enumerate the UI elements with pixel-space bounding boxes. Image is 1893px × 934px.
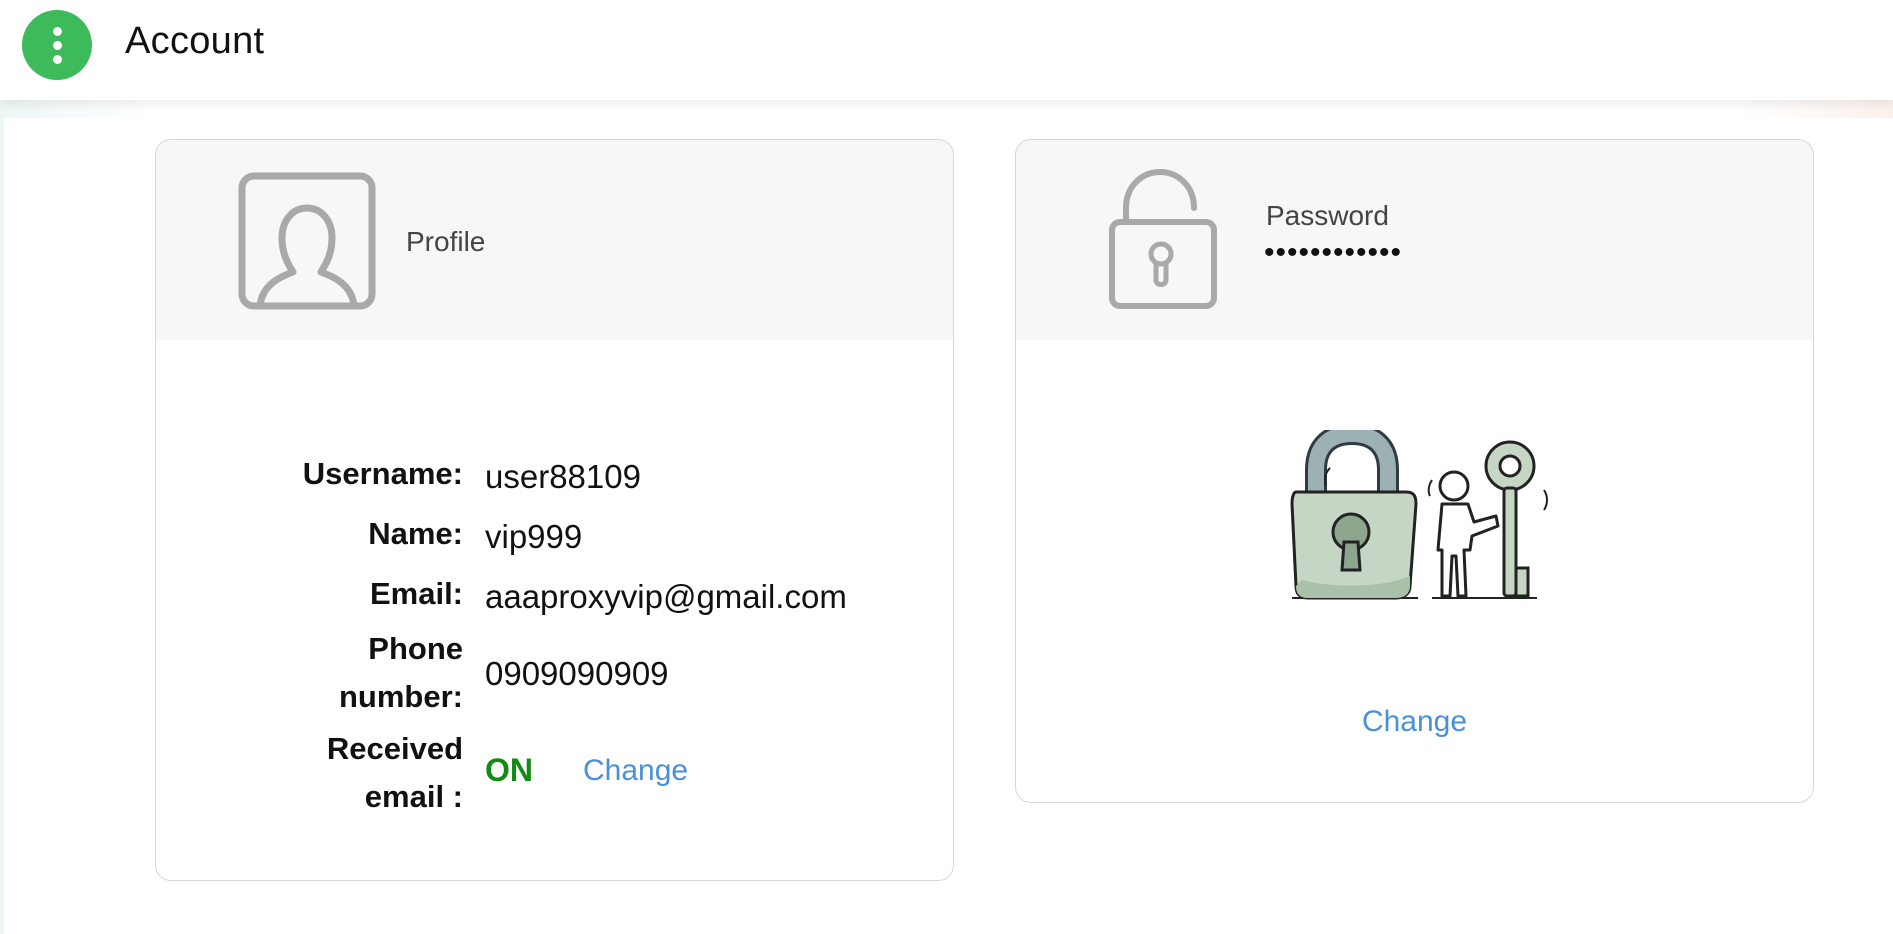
received-email-status: ON xyxy=(485,752,533,788)
more-vertical-icon xyxy=(52,26,62,36)
password-change-row: Change xyxy=(1016,705,1813,739)
phone-label-line1: Phone xyxy=(368,631,463,666)
received-email-change-link[interactable]: Change xyxy=(583,754,688,788)
padlock-icon xyxy=(1109,168,1217,309)
name-label: Name: xyxy=(368,516,463,551)
password-card: Password •••••••••••• Change xyxy=(1015,139,1814,803)
phone-value: 0909090909 xyxy=(485,655,669,692)
profile-card-header: Profile xyxy=(156,140,953,340)
page-title: Account xyxy=(125,20,265,62)
more-vertical-icon-dot xyxy=(52,54,62,64)
password-card-header: Password •••••••••••• xyxy=(1016,140,1813,340)
password-change-link[interactable]: Change xyxy=(1362,705,1467,738)
received-email-label-line2: email : xyxy=(364,779,463,814)
username-value: user88109 xyxy=(485,458,641,495)
password-masked-value: •••••••••••• xyxy=(1264,236,1403,269)
name-value: vip999 xyxy=(485,518,583,555)
received-email-label-line1: Received xyxy=(326,731,463,766)
profile-card: Profile Username: user88109 Name: vip999… xyxy=(155,139,954,881)
username-label: Username: xyxy=(302,456,463,491)
lock-and-key-illustration xyxy=(1290,430,1548,600)
email-value: aaaproxyvip@gmail.com xyxy=(485,578,847,615)
password-title: Password xyxy=(1266,200,1389,231)
more-vertical-icon-dot xyxy=(52,40,62,50)
email-label: Email: xyxy=(369,576,463,611)
menu-button[interactable] xyxy=(22,10,92,80)
top-bar: Account xyxy=(0,0,1893,100)
user-profile-icon xyxy=(238,172,376,310)
profile-title: Profile xyxy=(406,226,486,257)
phone-label-line2: number: xyxy=(339,679,463,714)
